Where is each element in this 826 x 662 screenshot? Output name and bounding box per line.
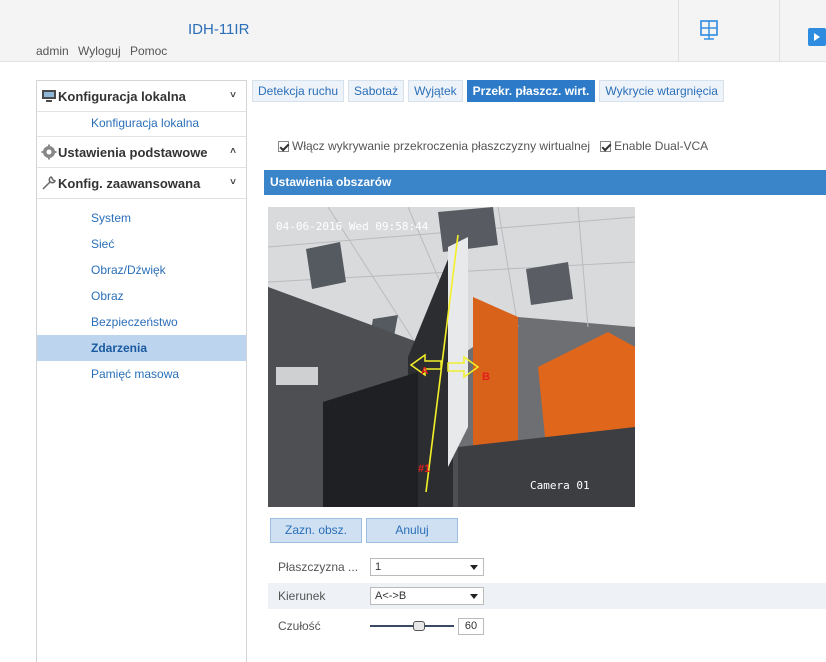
help-link[interactable]: Pomoc (130, 44, 167, 58)
dropdown-arrow-icon (470, 594, 478, 599)
plane-row: Płaszczyzna ... 1 (268, 554, 826, 580)
sidebar-group-basic-settings[interactable]: Ustawienia podstawowe ˄ (37, 137, 246, 168)
sensitivity-row: Czułość 60 (268, 613, 826, 639)
detection-options: Włącz wykrywanie przekroczenia płaszczyz… (278, 139, 718, 153)
osd-camera-name: Camera 01 (530, 479, 590, 492)
header-links: admin Wyloguj Pomoc (36, 44, 173, 58)
chevron-down-icon[interactable]: ˅ (230, 177, 236, 188)
gear-icon (41, 144, 57, 160)
sidebar-item-network[interactable]: Sieć (37, 231, 246, 257)
chevron-up-icon[interactable]: ˄ (230, 146, 236, 157)
event-tabs: Detekcja ruchu Sabotaż Wyjątek Przekr. p… (252, 80, 728, 102)
sidebar-group-label: Konfiguracja lokalna (58, 88, 186, 104)
plane-select-value: 1 (375, 561, 382, 573)
line-side-a-label: A (421, 366, 429, 377)
enable-dual-vca-option[interactable]: Enable Dual-VCA (600, 139, 708, 153)
sensitivity-slider[interactable] (370, 618, 454, 634)
device-title: IDH-11IR (188, 21, 250, 38)
camera-scene (268, 207, 635, 507)
osd-date-time: 04-06-2016 Wed 09:58:44 (276, 220, 429, 233)
sidebar-item-local-config[interactable]: Konfiguracja lokalna (37, 112, 246, 137)
tab-exception[interactable]: Wyjątek (408, 80, 463, 102)
wrench-icon (42, 176, 56, 190)
dropdown-arrow-icon (470, 565, 478, 570)
tab-intrusion-detection[interactable]: Wykrycie wtargnięcia (599, 80, 724, 102)
plane-label: Płaszczyzna ... (278, 560, 359, 574)
live-view-grid-icon[interactable] (696, 18, 722, 44)
sidebar-item-storage[interactable]: Pamięć masowa (37, 361, 246, 387)
top-header: IDH-11IR admin Wyloguj Pomoc (0, 0, 826, 62)
enable-line-crossing-checkbox[interactable] (278, 140, 289, 152)
enable-line-crossing-option[interactable]: Włącz wykrywanie przekroczenia płaszczyz… (278, 139, 590, 153)
slider-thumb[interactable] (413, 621, 426, 631)
plane-select[interactable]: 1 (370, 558, 484, 576)
cancel-button[interactable]: Anuluj (366, 518, 458, 543)
sidebar-group-label: Ustawienia podstawowe (58, 144, 208, 160)
playback-icon[interactable] (808, 28, 826, 46)
tab-tamper[interactable]: Sabotaż (348, 80, 405, 102)
sidebar-group-advanced-config[interactable]: Konfig. zaawansowana ˅ (37, 168, 246, 199)
sidebar: Konfiguracja lokalna ˅ Konfiguracja loka… (36, 80, 247, 662)
header-divider (678, 0, 679, 62)
direction-select[interactable]: A<->B (370, 587, 484, 605)
sidebar-item-image[interactable]: Obraz (37, 283, 246, 309)
video-preview[interactable]: 04-06-2016 Wed 09:58:44 Camera 01 A B #1 (268, 207, 635, 507)
sidebar-item-events[interactable]: Zdarzenia (37, 335, 246, 361)
sensitivity-label: Czułość (278, 619, 321, 633)
line-number-label: #1 (418, 463, 431, 475)
chevron-down-icon[interactable]: ˅ (230, 90, 236, 101)
tab-motion-detection[interactable]: Detekcja ruchu (252, 80, 345, 102)
slider-track (370, 625, 454, 627)
header-divider (779, 0, 780, 62)
sidebar-item-security[interactable]: Bezpieczeństwo (37, 309, 246, 335)
enable-dual-vca-label: Enable Dual-VCA (614, 139, 709, 153)
user-link[interactable]: admin (36, 44, 69, 58)
draw-area-button[interactable]: Zazn. obsz. (270, 518, 362, 543)
sidebar-item-video-audio[interactable]: Obraz/Dźwięk (37, 257, 246, 283)
direction-label: Kierunek (278, 589, 326, 603)
tab-line-crossing[interactable]: Przekr. płaszcz. wirt. (466, 80, 596, 102)
sensitivity-value[interactable]: 60 (458, 617, 484, 635)
direction-row: Kierunek A<->B (268, 583, 826, 609)
direction-select-value: A<->B (375, 590, 407, 602)
enable-dual-vca-checkbox[interactable] (600, 140, 612, 152)
logout-link[interactable]: Wyloguj (78, 44, 121, 58)
sidebar-group-local-config[interactable]: Konfiguracja lokalna ˅ (37, 81, 246, 112)
computer-icon (42, 90, 56, 102)
area-settings-header: Ustawienia obszarów (264, 170, 826, 195)
sidebar-item-system[interactable]: System (37, 205, 246, 231)
enable-line-crossing-label: Włącz wykrywanie przekroczenia płaszczyz… (292, 139, 591, 153)
sidebar-group-label: Konfig. zaawansowana (58, 175, 201, 191)
line-side-b-label: B (482, 371, 490, 383)
